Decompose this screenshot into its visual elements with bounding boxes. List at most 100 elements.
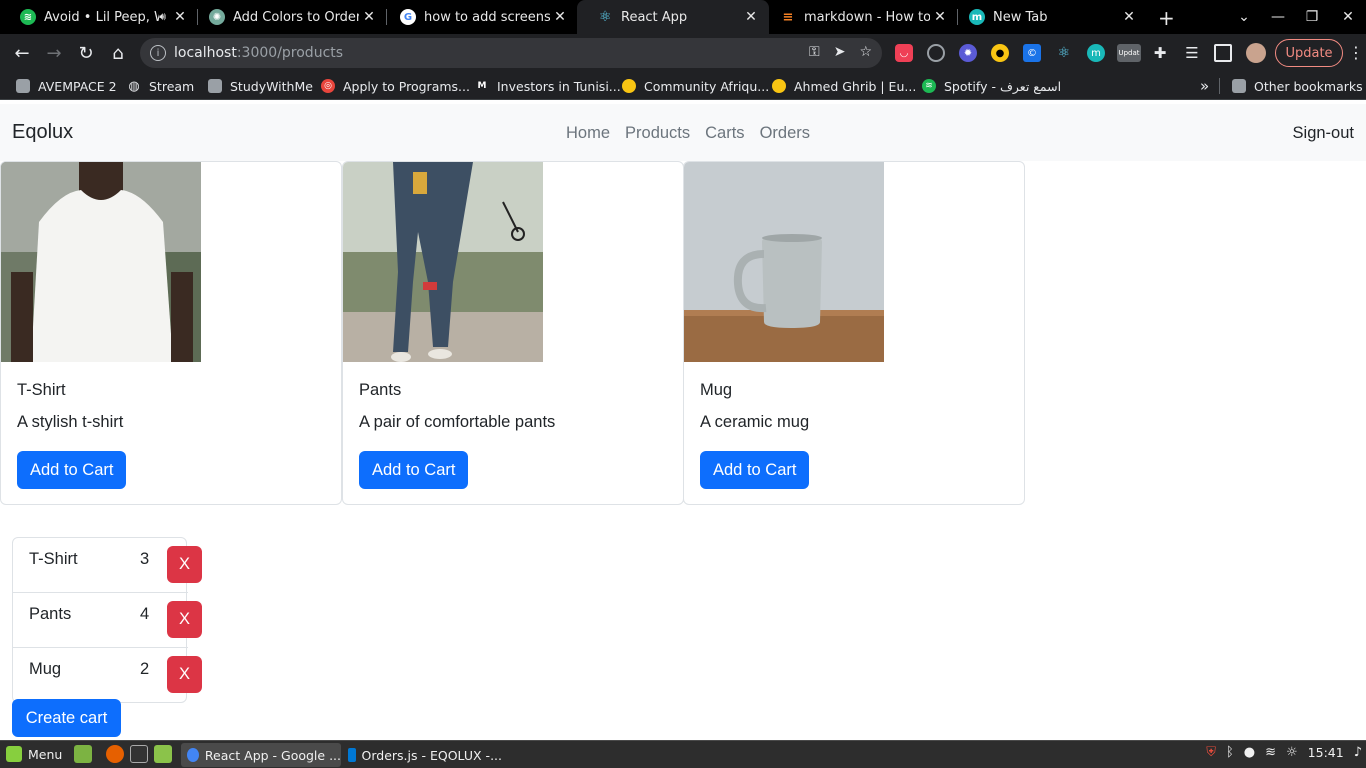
- tab-add-colors[interactable]: ✺ Add Colors to Orders ✕: [189, 0, 387, 34]
- bookmark-investors[interactable]: M Investors in Tunisi...: [475, 77, 621, 95]
- tab-spotify[interactable]: ≋ Avoid • Lil Peep, W 🔊︎ ✕: [0, 0, 198, 34]
- system-tray: ⛨ ᛒ ● ≋ ☼ 15:41 ♪: [1196, 745, 1366, 760]
- remove-tshirt-button[interactable]: X: [167, 546, 202, 583]
- cart-item-tshirt: T-Shirt 3: [13, 538, 188, 593]
- bookmark-spotify[interactable]: ≋ Spotify - اسمع تعرف: [922, 77, 1061, 95]
- clock[interactable]: 15:41: [1308, 745, 1344, 760]
- audio-playing-icon[interactable]: 🔊︎: [159, 10, 166, 24]
- url-text: localhost:3000/products: [174, 45, 344, 61]
- omnibox-actions: ⚿ ➤ ☆: [809, 44, 872, 60]
- mint-logo-icon: [6, 746, 22, 762]
- user-icon[interactable]: ●: [1244, 745, 1255, 760]
- bookmarks-overflow-icon[interactable]: »: [1200, 77, 1209, 95]
- back-arrow-icon[interactable]: ←: [10, 41, 34, 65]
- brand-logo[interactable]: Eqolux: [12, 121, 73, 144]
- chatgpt-icon: ✺: [209, 9, 225, 25]
- product-card-tshirt: T-Shirt A stylish t-shirt Add to Cart: [0, 161, 342, 505]
- mug-image: [684, 162, 884, 362]
- minimize-icon[interactable]: —: [1262, 9, 1294, 25]
- wifi-icon[interactable]: ≋: [1265, 745, 1276, 760]
- target-icon[interactable]: [927, 44, 945, 62]
- tab-new-tab[interactable]: m New Tab ✕: [949, 0, 1147, 34]
- bookmark-other[interactable]: Other bookmarks: [1232, 77, 1363, 95]
- community-icon: [622, 79, 636, 93]
- remove-pants-button[interactable]: X: [167, 601, 202, 638]
- nav-carts[interactable]: Carts: [705, 124, 744, 143]
- close-tab-icon[interactable]: ✕: [550, 9, 570, 25]
- vscode-icon: [348, 748, 356, 762]
- side-panel-icon[interactable]: [1214, 44, 1232, 62]
- pants-image: [343, 162, 543, 362]
- new-tab-plus-icon[interactable]: +: [1158, 6, 1175, 30]
- bookmark-community[interactable]: Community Afriqu...: [622, 77, 769, 95]
- tab-stackoverflow[interactable]: ≡ markdown - How to ad ✕: [760, 0, 958, 34]
- extension-m-icon[interactable]: m: [1087, 44, 1105, 62]
- extension-copy-icon[interactable]: ©: [1023, 44, 1041, 62]
- taskbar-window-vscode[interactable]: Orders.js - EQOLUX -...: [342, 743, 502, 767]
- maximize-icon[interactable]: ❐: [1294, 9, 1330, 25]
- shield-icon[interactable]: ⛨: [1206, 745, 1216, 760]
- react-icon: ⚛: [598, 9, 612, 25]
- tab-react-app[interactable]: ⚛ React App ✕: [577, 0, 769, 34]
- bookmark-stream[interactable]: ◍ Stream: [127, 77, 194, 95]
- more-menu-icon[interactable]: ⋮: [1348, 43, 1364, 62]
- forward-arrow-icon[interactable]: →: [42, 41, 66, 65]
- extension-sun-icon[interactable]: ✹: [959, 44, 977, 62]
- bluetooth-icon[interactable]: ᛒ: [1226, 745, 1234, 760]
- nav-orders[interactable]: Orders: [760, 124, 810, 143]
- close-tab-icon[interactable]: ✕: [1119, 9, 1139, 25]
- profile-avatar-icon[interactable]: [1246, 43, 1266, 63]
- bookmark-apply-programs[interactable]: ◎ Apply to Programs...: [321, 77, 470, 95]
- home-icon[interactable]: ⌂: [106, 41, 130, 65]
- close-tab-icon[interactable]: ✕: [359, 9, 379, 25]
- brightness-icon[interactable]: ☼: [1286, 745, 1298, 760]
- bookmark-ahmed-ghrib[interactable]: Ahmed Ghrib | Eu...: [772, 77, 916, 95]
- firefox-icon[interactable]: [106, 745, 124, 763]
- remove-mug-button[interactable]: X: [167, 656, 202, 693]
- signout-link[interactable]: Sign-out: [1293, 124, 1354, 143]
- cart-item-name: Pants: [29, 605, 72, 623]
- reading-list-icon[interactable]: ☰: [1183, 44, 1201, 62]
- reload-icon[interactable]: ↻: [74, 41, 98, 65]
- address-bar[interactable]: i localhost:3000/products ⚿ ➤ ☆: [140, 38, 882, 68]
- cart-item-quantity: 2: [140, 660, 150, 678]
- product-description: A pair of comfortable pants: [359, 413, 556, 431]
- product-name: T-Shirt: [17, 381, 66, 399]
- close-tab-icon[interactable]: ✕: [170, 9, 190, 25]
- globe-icon: ◍: [128, 78, 140, 94]
- product-description: A stylish t-shirt: [17, 413, 124, 431]
- terminal-icon[interactable]: [130, 745, 148, 763]
- chrome-icon: [187, 748, 199, 762]
- site-info-icon[interactable]: i: [150, 45, 166, 61]
- app-navbar: Eqolux Home Products Carts Orders Sign-o…: [0, 104, 1366, 161]
- update-button[interactable]: Update: [1275, 39, 1343, 67]
- close-tab-icon[interactable]: ✕: [930, 9, 950, 25]
- react-devtools-icon[interactable]: ⚛: [1055, 44, 1073, 62]
- bookmark-star-icon[interactable]: ☆: [859, 44, 872, 60]
- create-cart-button[interactable]: Create cart: [12, 699, 121, 737]
- extension-eclipse-icon[interactable]: ●: [991, 44, 1009, 62]
- bookmark-studywithme[interactable]: StudyWithMe: [208, 77, 313, 95]
- close-window-icon[interactable]: ✕: [1330, 9, 1366, 25]
- tab-google-search[interactable]: G how to add screenshot ✕: [380, 0, 578, 34]
- puzzle-extensions-icon[interactable]: ✚: [1151, 44, 1169, 62]
- product-card-pants: Pants A pair of comfortable pants Add to…: [342, 161, 684, 505]
- start-menu-button[interactable]: Menu: [6, 746, 62, 762]
- bookmark-avempace[interactable]: AVEMPACE 2: [16, 77, 117, 95]
- send-icon[interactable]: ➤: [834, 44, 846, 60]
- update-extension-icon[interactable]: Updat: [1117, 44, 1141, 62]
- key-icon[interactable]: ⚿: [809, 44, 820, 60]
- add-to-cart-button[interactable]: Add to Cart: [17, 451, 127, 489]
- close-tab-icon[interactable]: ✕: [741, 9, 761, 25]
- volume-icon[interactable]: ♪: [1354, 745, 1362, 760]
- pocket-icon[interactable]: ◡: [895, 44, 913, 62]
- taskbar-window-chrome[interactable]: React App - Google ...: [181, 743, 341, 767]
- folder-icon: [1232, 79, 1246, 93]
- files-icon[interactable]: [154, 745, 172, 763]
- nav-products[interactable]: Products: [625, 124, 690, 143]
- nav-home[interactable]: Home: [566, 124, 610, 143]
- add-to-cart-button[interactable]: Add to Cart: [700, 451, 810, 489]
- tab-search-chevron-icon[interactable]: ⌄: [1226, 9, 1262, 25]
- add-to-cart-button[interactable]: Add to Cart: [359, 451, 469, 489]
- desktop-icon[interactable]: [74, 745, 92, 763]
